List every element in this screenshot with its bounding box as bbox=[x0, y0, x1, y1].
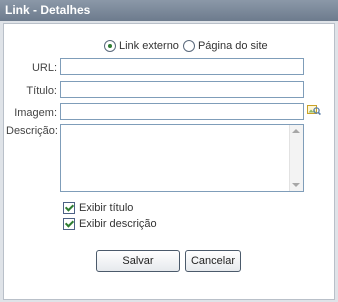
imagem-input[interactable] bbox=[60, 103, 304, 120]
exibir-descricao-label[interactable]: Exibir descrição bbox=[79, 218, 157, 230]
exibir-titulo-checkbox[interactable] bbox=[63, 201, 75, 214]
save-button[interactable]: Salvar bbox=[96, 250, 180, 272]
descricao-label: Descrição: bbox=[6, 125, 58, 137]
radio-link-externo-label[interactable]: Link externo bbox=[119, 40, 179, 52]
image-browse-icon[interactable] bbox=[307, 104, 321, 116]
cancel-button[interactable]: Cancelar bbox=[185, 250, 241, 272]
radio-link-externo[interactable] bbox=[104, 40, 116, 52]
scroll-down-icon[interactable] bbox=[292, 183, 300, 187]
radio-pagina-do-site-label[interactable]: Página do site bbox=[198, 40, 268, 52]
dialog-title: Link - Detalhes bbox=[0, 0, 338, 21]
link-type-group: Link externo Página do site bbox=[104, 39, 272, 53]
scroll-up-icon[interactable] bbox=[292, 129, 300, 133]
url-label: URL: bbox=[31, 62, 57, 74]
descricao-textarea[interactable] bbox=[60, 124, 304, 192]
titulo-input[interactable] bbox=[60, 81, 304, 98]
radio-pagina-do-site[interactable] bbox=[182, 40, 195, 52]
titulo-label: Título: bbox=[26, 85, 57, 97]
exibir-descricao-option: Exibir descrição bbox=[63, 217, 157, 230]
imagem-label: Imagem: bbox=[14, 107, 57, 119]
exibir-titulo-option: Exibir título bbox=[63, 201, 133, 214]
exibir-titulo-label[interactable]: Exibir título bbox=[79, 202, 133, 214]
url-input[interactable] bbox=[60, 58, 304, 75]
descricao-scrollbar[interactable] bbox=[289, 125, 303, 191]
exibir-descricao-checkbox[interactable] bbox=[63, 217, 75, 230]
